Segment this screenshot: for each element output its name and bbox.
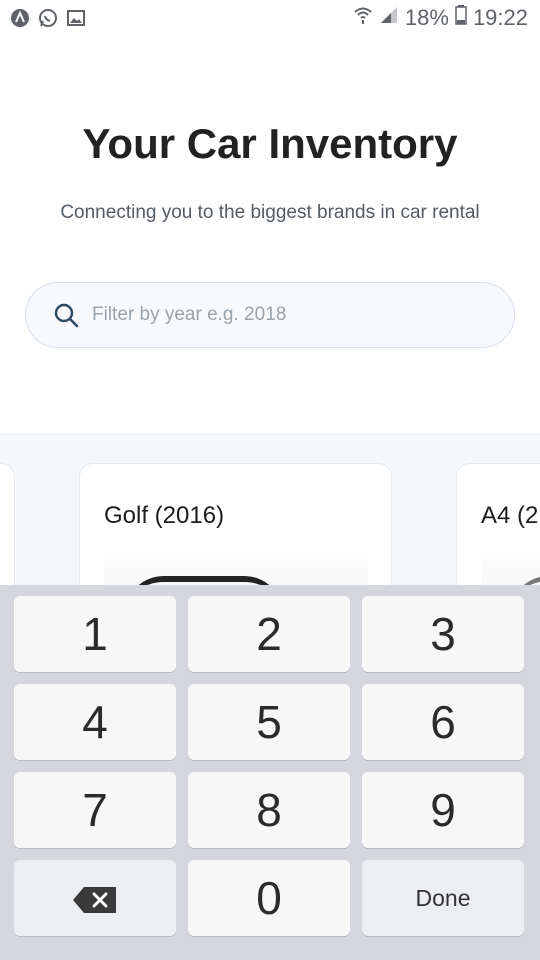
whatsapp-icon xyxy=(38,8,58,28)
key-9[interactable]: 9 xyxy=(362,772,524,848)
key-6[interactable]: 6 xyxy=(362,684,524,760)
wifi-icon xyxy=(353,5,373,31)
car-card-title: A4 (2 xyxy=(481,502,539,529)
car-card[interactable]: Golf (2016) xyxy=(79,463,392,593)
car-card[interactable]: A4 (2 xyxy=(456,463,540,593)
key-0[interactable]: 0 xyxy=(188,860,350,936)
numeric-keyboard: 1 2 3 4 5 6 7 8 9 0 Done xyxy=(0,585,540,960)
key-8[interactable]: 8 xyxy=(188,772,350,848)
clock: 19:22 xyxy=(472,5,528,30)
backspace-button[interactable] xyxy=(14,860,176,936)
battery-percent: 18% xyxy=(404,5,449,30)
car-card[interactable] xyxy=(0,463,15,593)
car-card-title: Golf (2016) xyxy=(104,502,225,529)
app-screen: 18% 19:22 Your Car Inventory Connecting … xyxy=(0,0,540,960)
search-input[interactable] xyxy=(92,295,472,335)
gallery-icon xyxy=(66,8,86,28)
key-2[interactable]: 2 xyxy=(188,596,350,672)
key-3[interactable]: 3 xyxy=(362,596,524,672)
status-right: 18% 19:22 xyxy=(353,5,528,31)
page-title: Your Car Inventory xyxy=(82,120,458,167)
battery-icon xyxy=(455,5,467,31)
search-icon xyxy=(52,301,80,329)
search-bar[interactable] xyxy=(25,282,515,348)
app-icon xyxy=(10,8,30,28)
done-button[interactable]: Done xyxy=(362,860,524,936)
backspace-icon xyxy=(72,871,118,925)
key-7[interactable]: 7 xyxy=(14,772,176,848)
key-4[interactable]: 4 xyxy=(14,684,176,760)
key-1[interactable]: 1 xyxy=(14,596,176,672)
status-bar: 18% 19:22 xyxy=(0,0,540,38)
key-5[interactable]: 5 xyxy=(188,684,350,760)
car-carousel[interactable]: Golf (2016) A4 (2 xyxy=(0,433,540,593)
signal-icon xyxy=(379,5,399,31)
page-subtitle: Connecting you to the biggest brands in … xyxy=(60,202,480,223)
notification-icons xyxy=(10,8,86,28)
